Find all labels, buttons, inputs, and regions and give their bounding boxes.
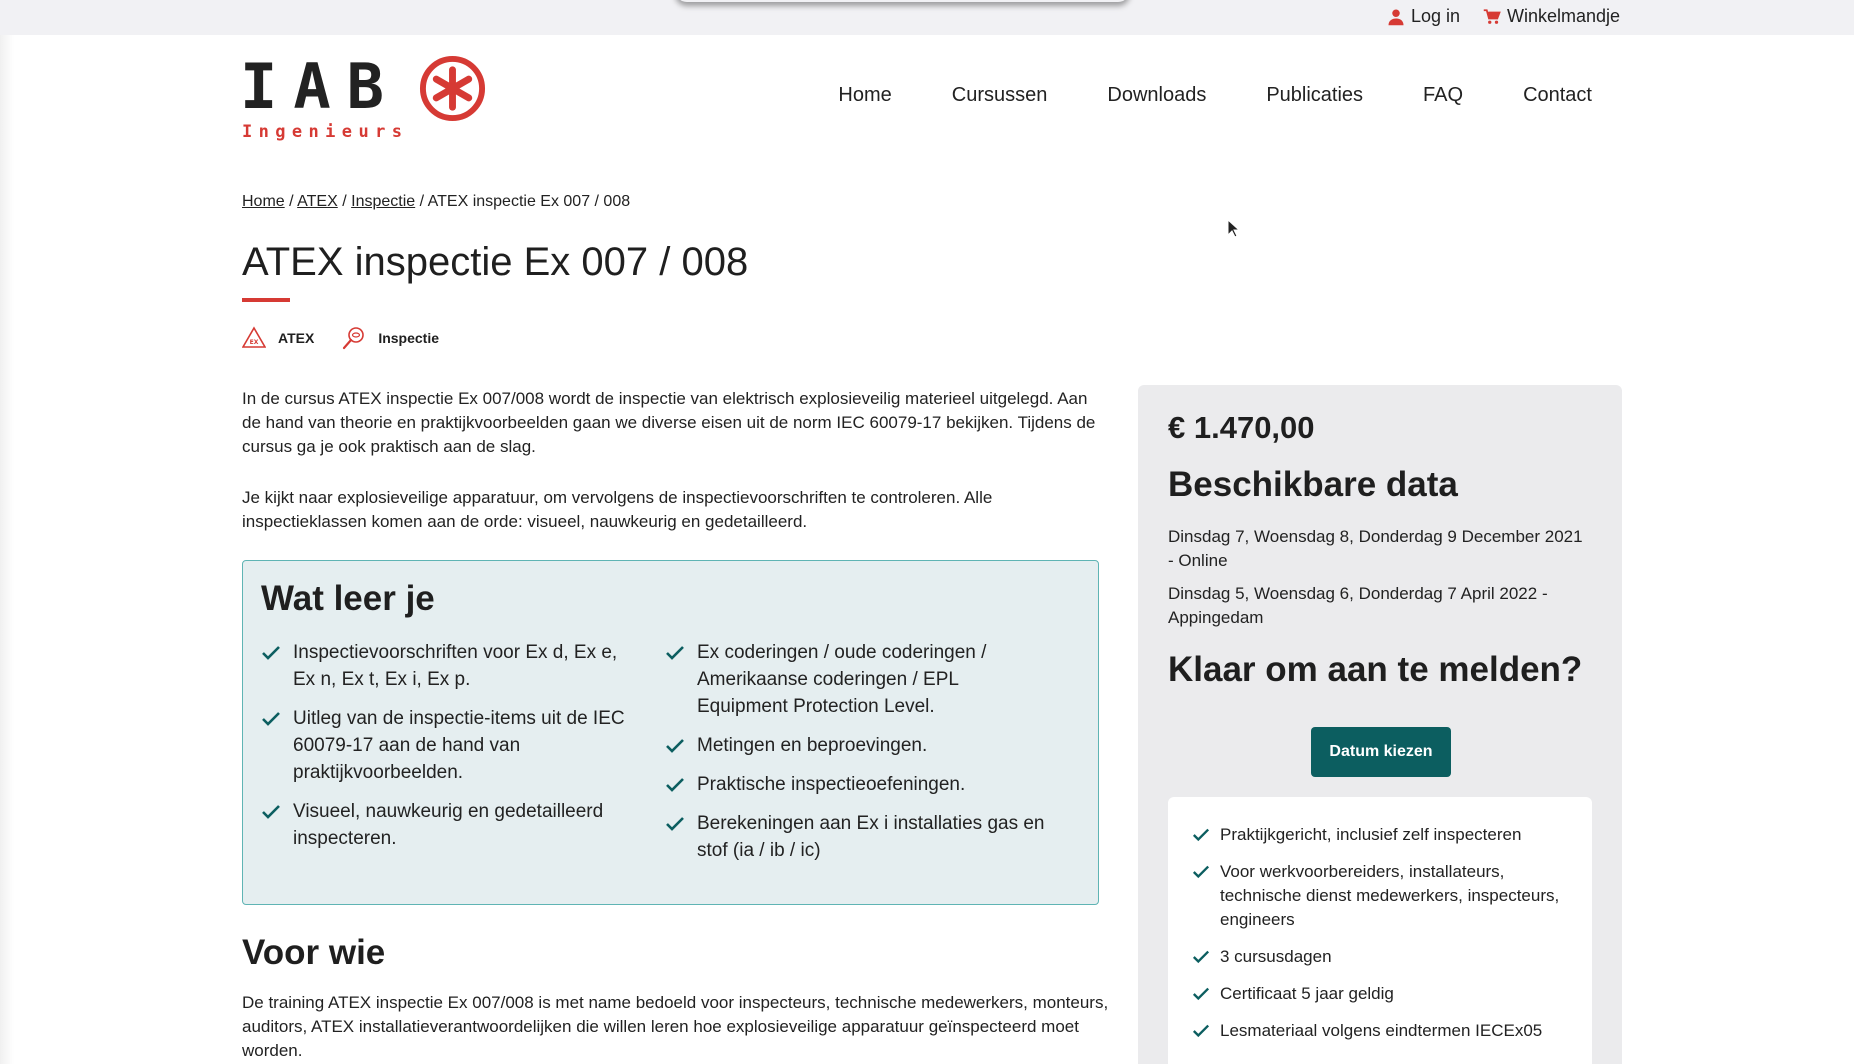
- main-nav: Home Cursussen Downloads Publicaties FAQ…: [778, 84, 1592, 107]
- breadcrumb-atex[interactable]: ATEX: [297, 193, 338, 210]
- learn-item-text: Metingen en beproevingen.: [697, 735, 928, 756]
- tag-atex-label: ATEX: [278, 330, 315, 346]
- breadcrumb-inspectie[interactable]: Inspectie: [351, 193, 415, 210]
- check-icon: [1192, 828, 1210, 842]
- tag-atex[interactable]: EX ATEX: [242, 326, 314, 350]
- intro-paragraph-2: Je kijkt naar explosieveilige apparatuur…: [242, 488, 993, 531]
- list-item: Lesmateriaal volgens eindtermen IECEx05: [1192, 1019, 1568, 1043]
- atex-icon: EX: [242, 326, 266, 348]
- check-icon: [666, 817, 684, 831]
- check-icon: [666, 646, 684, 660]
- learn-item-text: Berekeningen aan Ex i installaties gas e…: [697, 813, 1045, 861]
- learn-item-text: Visueel, nauwkeurig en gedetailleerd ins…: [293, 801, 604, 849]
- check-icon: [1192, 950, 1210, 964]
- svg-text:EX: EX: [250, 339, 259, 346]
- list-item: Praktische inspectieoefeningen.: [665, 771, 1045, 798]
- choose-date-button[interactable]: Datum kiezen: [1311, 727, 1451, 777]
- breadcrumb-sep: /: [289, 193, 294, 210]
- usp-text: Praktijkgericht, inclusief zelf inspecte…: [1220, 825, 1522, 844]
- intro-paragraph-1: In de cursus ATEX inspectie Ex 007/008 w…: [242, 389, 1096, 456]
- inspectie-icon: [343, 327, 365, 350]
- check-icon: [1192, 865, 1210, 879]
- breadcrumb-current: ATEX inspectie Ex 007 / 008: [427, 193, 631, 210]
- voor-wie-text: De training ATEX inspectie Ex 007/008 is…: [242, 993, 1109, 1060]
- tag-inspectie-label: Inspectie: [378, 330, 440, 346]
- tag-inspectie[interactable]: Inspectie: [342, 326, 439, 350]
- breadcrumb-home[interactable]: Home: [242, 193, 285, 210]
- breadcrumb-sep: /: [419, 193, 425, 210]
- list-item: Praktijkgericht, inclusief zelf inspecte…: [1192, 823, 1568, 847]
- list-item: 3 cursusdagen: [1192, 945, 1568, 969]
- learn-item-text: Inspectievoorschriften voor Ex d, Ex e, …: [293, 642, 618, 690]
- cursor-icon: [1227, 219, 1241, 238]
- list-item: Ex coderingen / oude coderingen / Amerik…: [665, 639, 1045, 720]
- page-edge-shadow: [0, 35, 14, 1064]
- ready-title: Klaar om aan te melden?: [1168, 650, 1583, 689]
- nav-downloads[interactable]: Downloads: [1107, 84, 1206, 107]
- cart-icon: [1483, 8, 1501, 24]
- check-icon: [1192, 1024, 1210, 1038]
- learn-item-text: Uitleg van de inspectie-items uit de IEC…: [293, 708, 625, 783]
- nav-cursussen[interactable]: Cursussen: [952, 84, 1048, 107]
- logo[interactable]: IAB Ingenieurs: [240, 52, 500, 142]
- breadcrumb-sep: /: [342, 193, 347, 210]
- usp-text: 3 cursusdagen: [1220, 947, 1332, 966]
- nav-contact[interactable]: Contact: [1523, 84, 1592, 107]
- usp-card: Praktijkgericht, inclusief zelf inspecte…: [1168, 797, 1592, 1064]
- logo-letters: IAB: [240, 50, 400, 123]
- nav-home[interactable]: Home: [838, 84, 891, 107]
- list-item: Visueel, nauwkeurig en gedetailleerd ins…: [261, 798, 641, 852]
- learn-item-text: Ex coderingen / oude coderingen / Amerik…: [697, 642, 987, 717]
- learn-column-left: Inspectievoorschriften voor Ex d, Ex e, …: [261, 639, 641, 864]
- date-option: Dinsdag 5, Woensdag 6, Donderdag 7 April…: [1168, 584, 1548, 627]
- check-icon: [666, 778, 684, 792]
- check-icon: [1192, 987, 1210, 1001]
- booking-sidebar: € 1.470,00 Beschikbare data Dinsdag 7, W…: [1138, 385, 1622, 1064]
- list-item: Certificaat 5 jaar geldig: [1192, 982, 1568, 1006]
- learn-box: Wat leer je Inspectievoorschriften voor …: [242, 560, 1099, 905]
- title-underline: [242, 298, 290, 302]
- top-bar: Log in Winkelmandje: [0, 0, 1854, 35]
- logo-subtitle: Ingenieurs: [242, 122, 409, 142]
- list-item: Uitleg van de inspectie-items uit de IEC…: [261, 705, 641, 786]
- check-icon: [666, 739, 684, 753]
- list-item: Voor werkvoorbereiders, installateurs, t…: [1192, 860, 1568, 932]
- usp-text: Voor werkvoorbereiders, installateurs, t…: [1220, 862, 1560, 929]
- course-price: € 1.470,00: [1168, 410, 1315, 445]
- breadcrumb: Home / ATEX / Inspectie / ATEX inspectie…: [242, 193, 630, 211]
- date-option: Dinsdag 7, Woensdag 8, Donderdag 9 Decem…: [1168, 527, 1583, 570]
- learn-item-text: Praktische inspectieoefeningen.: [697, 774, 966, 795]
- learn-column-right: Ex coderingen / oude coderingen / Amerik…: [665, 639, 1045, 876]
- list-item: Berekeningen aan Ex i installaties gas e…: [665, 810, 1045, 864]
- list-item: Inspectievoorschriften voor Ex d, Ex e, …: [261, 639, 641, 693]
- dates-title: Beschikbare data: [1168, 465, 1458, 504]
- cart-label: Winkelmandje: [1507, 6, 1621, 26]
- nav-publicaties[interactable]: Publicaties: [1266, 84, 1363, 107]
- voor-wie-title: Voor wie: [242, 933, 386, 972]
- asterisk-logo-icon: [419, 55, 486, 122]
- category-tags: EX ATEX Inspectie: [242, 326, 439, 350]
- check-icon: [262, 646, 280, 660]
- learn-title: Wat leer je: [261, 579, 435, 618]
- nav-faq[interactable]: FAQ: [1423, 84, 1463, 107]
- login-link[interactable]: Log in: [1387, 6, 1460, 27]
- usp-text: Lesmateriaal volgens eindtermen IECEx05: [1220, 1021, 1543, 1040]
- page-title: ATEX inspectie Ex 007 / 008: [242, 240, 749, 284]
- usp-text: Certificaat 5 jaar geldig: [1220, 984, 1394, 1003]
- list-item: Metingen en beproevingen.: [665, 732, 1045, 759]
- top-bar-tab: [675, 0, 1130, 2]
- check-icon: [262, 712, 280, 726]
- login-label: Log in: [1411, 6, 1461, 26]
- check-icon: [262, 805, 280, 819]
- cart-link[interactable]: Winkelmandje: [1483, 6, 1620, 27]
- user-icon: [1388, 9, 1404, 25]
